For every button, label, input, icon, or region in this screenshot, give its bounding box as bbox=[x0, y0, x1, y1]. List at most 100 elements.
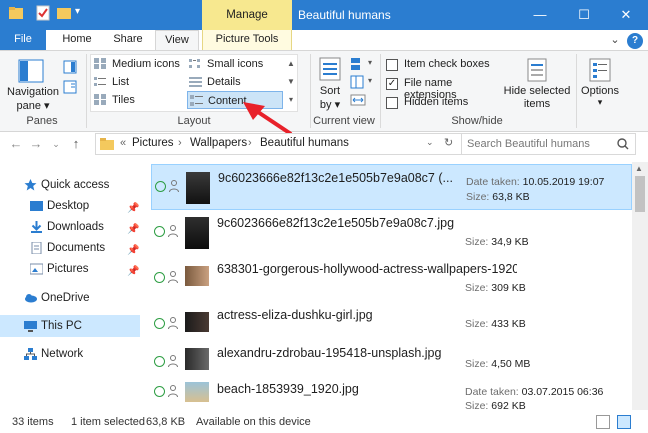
breadcrumb-separator-icon[interactable]: › bbox=[248, 137, 252, 149]
options-icon bbox=[589, 58, 611, 82]
details-pane-icon[interactable] bbox=[63, 80, 77, 94]
group-by-dropdown-icon[interactable]: ▾ bbox=[368, 58, 372, 67]
thumbnail-image bbox=[185, 382, 209, 402]
nav-desktop[interactable]: Desktop 📌 bbox=[30, 196, 140, 216]
minimize-button[interactable]: — bbox=[520, 0, 560, 30]
file-date-taken: Date taken: 10.05.2019 19:07 bbox=[466, 176, 605, 188]
details-icon bbox=[189, 77, 202, 87]
details-view-icon[interactable] bbox=[596, 415, 610, 429]
ribbon-separator bbox=[576, 54, 577, 128]
tab-share[interactable]: Share bbox=[106, 30, 150, 50]
help-icon[interactable]: ? bbox=[627, 33, 643, 49]
layout-list[interactable]: List bbox=[92, 73, 186, 91]
add-columns-dropdown-icon[interactable]: ▾ bbox=[368, 76, 372, 85]
panes-group-label: Panes bbox=[26, 115, 58, 127]
hidden-items-checkbox[interactable] bbox=[386, 97, 398, 109]
options-button[interactable]: Options ▾ bbox=[578, 55, 622, 111]
preview-pane-icon[interactable] bbox=[63, 60, 77, 74]
layout-tiles[interactable]: Tiles bbox=[92, 91, 186, 109]
back-icon[interactable]: ← bbox=[6, 136, 26, 152]
search-placeholder: Search Beautiful humans bbox=[467, 138, 590, 150]
layout-medium-icons[interactable]: Medium icons bbox=[92, 55, 186, 73]
availability-status: Available on this device bbox=[196, 416, 311, 428]
close-button[interactable]: ✕ bbox=[606, 0, 646, 30]
hide-selected-items-button[interactable]: Hide selected items bbox=[502, 55, 572, 111]
layout-item-label: Tiles bbox=[112, 94, 135, 106]
pictures-icon bbox=[30, 263, 43, 275]
nav-documents[interactable]: Documents 📌 bbox=[30, 238, 140, 258]
file-name-extensions-checkbox[interactable]: ✓ bbox=[386, 78, 398, 90]
nav-downloads[interactable]: Downloads 📌 bbox=[30, 217, 140, 237]
sort-icon bbox=[319, 57, 341, 81]
search-input[interactable]: Search Beautiful humans bbox=[461, 133, 636, 155]
ribbon-separator bbox=[86, 54, 87, 128]
item-check-boxes-label: Item check boxes bbox=[404, 58, 490, 70]
layout-item-label: Small icons bbox=[207, 58, 264, 70]
pin-icon[interactable]: 📌 bbox=[127, 241, 139, 261]
file-row[interactable]: 638301-gorgerous-hollywood-actress-wallp… bbox=[151, 256, 632, 302]
nav-this-pc[interactable]: This PC bbox=[24, 316, 140, 336]
network-icon bbox=[24, 348, 37, 360]
tab-home[interactable]: Home bbox=[55, 30, 99, 50]
medium-icons-icon bbox=[94, 58, 106, 69]
breadcrumb-separator-icon[interactable]: › bbox=[178, 137, 182, 149]
maximize-button[interactable]: ☐ bbox=[564, 0, 604, 30]
tab-view[interactable]: View bbox=[155, 30, 199, 50]
thumbnail-image bbox=[185, 266, 209, 286]
layout-small-icons[interactable]: Small icons bbox=[187, 55, 283, 73]
nav-network[interactable]: Network bbox=[24, 344, 140, 364]
sort-by-button[interactable]: Sort by ▾ bbox=[314, 55, 346, 111]
item-check-boxes-toggle[interactable]: Item check boxes bbox=[386, 57, 504, 73]
navigation-pane-label: Navigation bbox=[7, 86, 59, 98]
add-columns-icon[interactable] bbox=[350, 75, 366, 89]
nav-network-label: Network bbox=[41, 348, 84, 360]
pin-icon[interactable]: 📌 bbox=[127, 220, 139, 240]
breadcrumb-overflow[interactable]: « bbox=[120, 137, 126, 149]
nav-onedrive[interactable]: OneDrive bbox=[24, 288, 140, 308]
pin-icon[interactable]: 📌 bbox=[127, 199, 139, 219]
available-status-icon bbox=[154, 386, 165, 397]
person-icon bbox=[168, 271, 178, 283]
layout-details[interactable]: Details bbox=[187, 73, 283, 91]
tab-manage[interactable]: Manage bbox=[202, 0, 292, 30]
forward-icon[interactable]: → bbox=[26, 136, 46, 152]
large-icons-view-icon[interactable] bbox=[617, 415, 631, 429]
up-icon[interactable]: ↑ bbox=[66, 136, 86, 152]
current-view-group-label: Current view bbox=[313, 115, 375, 127]
recent-locations-icon[interactable]: ⌄ bbox=[46, 136, 66, 152]
scrollbar-thumb[interactable] bbox=[635, 176, 645, 212]
nav-quick-access[interactable]: Quick access bbox=[24, 175, 164, 195]
nav-pictures[interactable]: Pictures 📌 bbox=[30, 259, 140, 279]
file-name: actress-eliza-dushku-girl.jpg bbox=[217, 308, 373, 322]
breadcrumb-pictures[interactable]: Pictures bbox=[132, 137, 174, 149]
address-dropdown-icon[interactable]: ⌄ bbox=[426, 137, 434, 148]
navigation-pane-button[interactable]: Navigation pane ▾ bbox=[6, 56, 59, 112]
nav-item-label: Desktop bbox=[47, 200, 90, 212]
file-name-extensions-toggle[interactable]: ✓ File name extensions bbox=[386, 76, 504, 101]
breadcrumb-beautiful-humans[interactable]: Beautiful humans bbox=[260, 137, 349, 149]
new-folder-icon[interactable] bbox=[56, 5, 72, 21]
breadcrumb-wallpapers[interactable]: Wallpapers bbox=[190, 137, 247, 149]
scroll-up-icon[interactable]: ▲ bbox=[635, 164, 643, 173]
pin-icon[interactable]: 📌 bbox=[127, 262, 139, 282]
file-row[interactable]: beach-1853939_1920.jpg Date taken: 03.07… bbox=[151, 376, 632, 412]
ribbon-collapse-icon[interactable]: ⌄ bbox=[608, 31, 622, 49]
group-by-icon[interactable] bbox=[350, 57, 366, 71]
small-icons-icon bbox=[189, 59, 200, 68]
tab-file[interactable]: File bbox=[0, 30, 46, 50]
available-status-icon bbox=[155, 181, 166, 192]
item-check-boxes-checkbox[interactable] bbox=[386, 59, 398, 71]
file-row[interactable]: 9c6023666e82f13c2e1e505b7e9a08c7.jpg Siz… bbox=[151, 210, 632, 256]
size-columns-icon[interactable] bbox=[350, 93, 366, 107]
address-bar[interactable]: « Pictures › Wallpapers › Beautiful huma… bbox=[95, 133, 465, 155]
folder-icon bbox=[100, 138, 114, 150]
file-row[interactable]: 9c6023666e82f13c2e1e505b7e9a08c7 (... Da… bbox=[151, 164, 632, 210]
person-icon bbox=[168, 317, 178, 329]
tab-picture-tools[interactable]: Picture Tools bbox=[202, 30, 292, 50]
layout-item-label: Medium icons bbox=[112, 58, 180, 70]
ribbon-separator bbox=[380, 54, 381, 128]
quick-access-toolbar-dropdown-icon[interactable]: ▾ bbox=[75, 6, 80, 17]
properties-icon[interactable] bbox=[35, 5, 51, 21]
refresh-icon[interactable]: ↻ bbox=[444, 136, 453, 149]
hidden-items-toggle[interactable]: Hidden items bbox=[386, 95, 504, 111]
